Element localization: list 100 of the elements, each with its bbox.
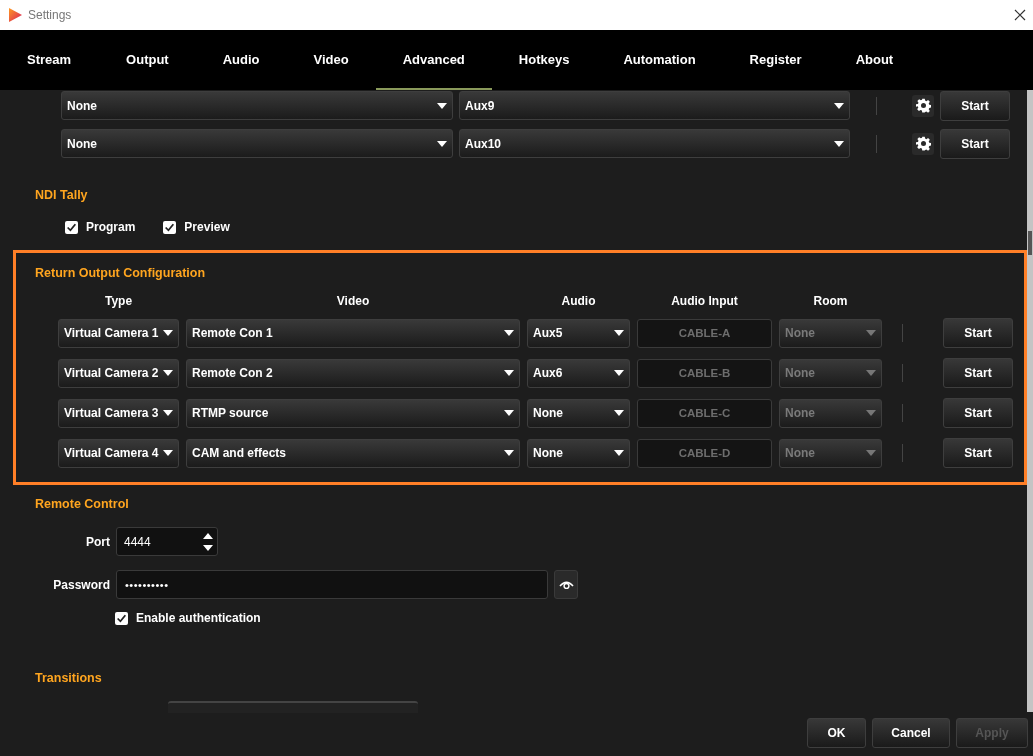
caret-icon <box>866 330 876 336</box>
ok-button[interactable]: OK <box>807 718 866 748</box>
dropdown-value: None <box>67 98 97 113</box>
caret-icon <box>614 410 624 416</box>
dropdown-value: Aux6 <box>533 366 563 380</box>
dropdown-value: Aux9 <box>465 98 495 113</box>
column-header: Audio Input <box>670 294 739 308</box>
caret-icon <box>614 330 624 336</box>
dropdown-value: Aux10 <box>465 136 502 151</box>
dropdown[interactable]: None <box>61 91 453 120</box>
caret-icon <box>866 450 876 456</box>
dropdown[interactable]: Remote Con 2 <box>186 358 520 388</box>
section-heading: Return Output Configuration <box>34 266 207 280</box>
dropdown[interactable]: Remote Con 1 <box>186 318 520 348</box>
dropdown-value: Remote Con 1 <box>192 326 273 340</box>
caret-icon <box>163 450 173 456</box>
dropdown-value: Remote Con 2 <box>192 366 273 380</box>
dropdown[interactable]: Aux9 <box>459 91 850 120</box>
dropdown-value: RTMP source <box>192 406 269 420</box>
dropdown-value: Virtual Camera 3 <box>64 406 159 420</box>
tab[interactable]: About <box>828 30 921 90</box>
checkbox[interactable] <box>163 220 177 234</box>
checkmark-icon <box>66 221 77 233</box>
show-password-button[interactable] <box>554 570 578 599</box>
caret-icon <box>163 410 173 416</box>
dropdown[interactable]: None <box>527 398 630 428</box>
dropdown-value: Virtual Camera 4 <box>64 446 159 460</box>
cancel-button[interactable]: Cancel <box>872 718 950 748</box>
dropdown[interactable]: Aux10 <box>459 129 850 158</box>
dropdown-value: CAM and effects <box>192 446 286 460</box>
checkbox[interactable] <box>115 611 128 625</box>
checkbox-label: Program <box>86 220 136 234</box>
dropdown-value: None <box>785 446 815 460</box>
close-icon[interactable] <box>1014 9 1026 21</box>
checkmark-icon <box>164 221 176 233</box>
port-spinbox[interactable]: 4444 <box>116 527 218 556</box>
caret-icon <box>834 102 844 109</box>
dropdown-value: None <box>67 136 97 151</box>
dropdown[interactable]: Virtual Camera 1 <box>58 318 179 348</box>
dropdown[interactable]: None <box>61 129 453 158</box>
field-label: Password <box>53 577 110 592</box>
column-header: Type <box>103 294 134 308</box>
dropdown[interactable]: Aux6 <box>527 358 630 388</box>
tab[interactable]: Automation <box>596 30 723 90</box>
dropdown[interactable]: None <box>527 438 630 468</box>
caret-icon <box>163 330 173 336</box>
dropdown-value: Aux5 <box>533 326 563 340</box>
password-field[interactable]: •••••••••• <box>116 570 548 599</box>
dropdown-value: None <box>533 406 563 420</box>
caret-icon <box>437 102 447 109</box>
start-button[interactable]: Start <box>943 358 1013 388</box>
dropdown-value: None <box>785 366 815 380</box>
caret-icon <box>504 370 514 376</box>
app-logo-icon <box>8 8 22 22</box>
checkbox-label: Enable authentication <box>136 611 261 625</box>
start-button[interactable]: Start <box>940 128 1010 159</box>
checkbox[interactable] <box>65 220 78 234</box>
tab[interactable]: Hotkeys <box>491 30 597 90</box>
tab[interactable]: Output <box>99 30 196 90</box>
section-heading: NDI Tally <box>35 188 89 204</box>
caret-icon <box>866 410 876 416</box>
spinbox-value: 4444 <box>124 534 151 549</box>
section-heading: Transitions <box>35 671 103 685</box>
start-button[interactable]: Start <box>943 438 1013 468</box>
tab[interactable]: Audio <box>195 30 287 90</box>
caret-icon <box>163 370 173 376</box>
scrollbar-thumb[interactable] <box>1028 231 1032 255</box>
dropdown-value: None <box>785 406 815 420</box>
stepper-arrows-icon[interactable] <box>203 532 213 551</box>
settings-button[interactable] <box>912 94 934 117</box>
dropdown-value: Virtual Camera 2 <box>64 366 159 380</box>
settings-icon <box>915 136 931 151</box>
column-header: Room <box>812 294 849 308</box>
start-button[interactable]: Start <box>943 398 1013 428</box>
dropdown-value: None <box>785 326 815 340</box>
caret-icon <box>866 370 876 376</box>
column-header: Video <box>335 294 371 308</box>
tab[interactable]: Video <box>286 30 376 90</box>
settings-button[interactable] <box>912 132 934 155</box>
dropdown[interactable]: CAM and effects <box>186 438 520 468</box>
dropdown-value: None <box>533 446 563 460</box>
section-heading: Remote Control <box>34 497 130 511</box>
tab[interactable]: Stream <box>0 30 100 90</box>
settings-icon <box>915 98 931 113</box>
caret-icon <box>834 140 844 147</box>
dropdown[interactable]: Virtual Camera 3 <box>58 398 179 428</box>
dropdown[interactable]: Virtual Camera 2 <box>58 358 179 388</box>
start-button[interactable]: Start <box>940 90 1010 121</box>
dropdown[interactable]: RTMP source <box>186 398 520 428</box>
caret-icon <box>504 330 514 336</box>
dropdown[interactable]: Aux5 <box>527 318 630 348</box>
dropdown[interactable]: Virtual Camera 4 <box>58 438 179 468</box>
dropdown-value: Virtual Camera 1 <box>64 326 159 340</box>
caret-icon <box>614 450 624 456</box>
column-header: Audio <box>560 294 597 308</box>
caret-icon <box>614 370 624 376</box>
tab[interactable]: Register <box>722 30 829 90</box>
start-button[interactable]: Start <box>943 318 1013 348</box>
caret-icon <box>504 450 514 456</box>
scrollbar[interactable] <box>1027 90 1033 712</box>
